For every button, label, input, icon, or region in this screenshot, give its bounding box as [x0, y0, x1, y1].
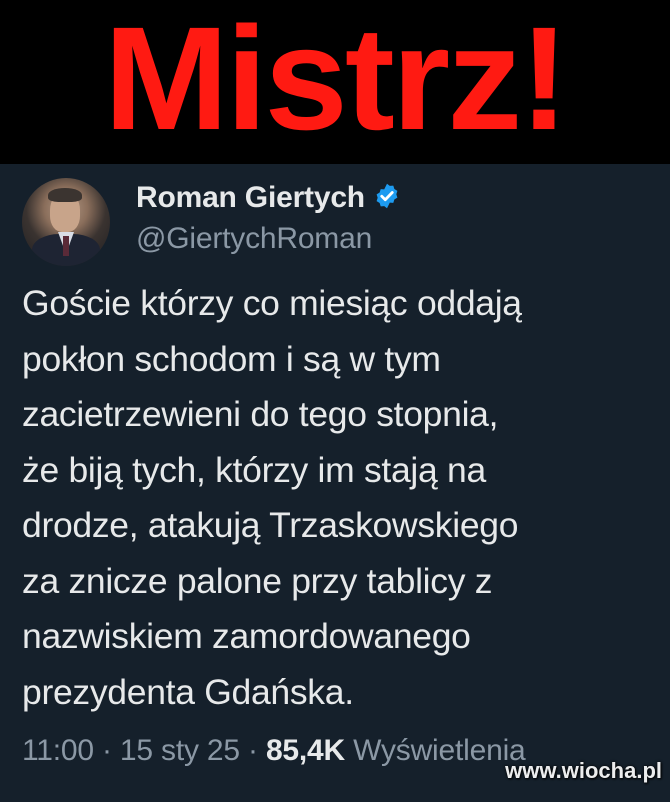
verified-badge-icon: [365, 182, 401, 215]
banner-title: Mistrz!: [103, 0, 569, 161]
tweet-card: Roman Giertych @GiertychRoman Goście któ…: [0, 164, 670, 802]
avatar[interactable]: [22, 178, 110, 266]
tweet-date[interactable]: 15 sty 25: [120, 734, 240, 767]
tweet-meta: 11:00 · 15 sty 25 · 85,4K Wyświetlenia: [22, 734, 526, 768]
watermark: www.wiocha.pl: [505, 758, 662, 783]
views-label: Wyświetlenia: [353, 734, 526, 767]
author-display-name[interactable]: Roman Giertych: [136, 181, 365, 215]
tweet-text: Goście którzy co miesiąc oddają pokłon s…: [22, 283, 522, 712]
author-name-row[interactable]: Roman Giertych: [136, 180, 401, 216]
author-handle[interactable]: @GiertychRoman: [136, 222, 372, 256]
banner: Mistrz!: [0, 0, 670, 164]
meta-separator: ·: [93, 734, 120, 767]
views-count: 85,4K: [265, 734, 345, 767]
tweet-time[interactable]: 11:00: [22, 734, 94, 767]
meta-separator: ·: [239, 734, 266, 767]
